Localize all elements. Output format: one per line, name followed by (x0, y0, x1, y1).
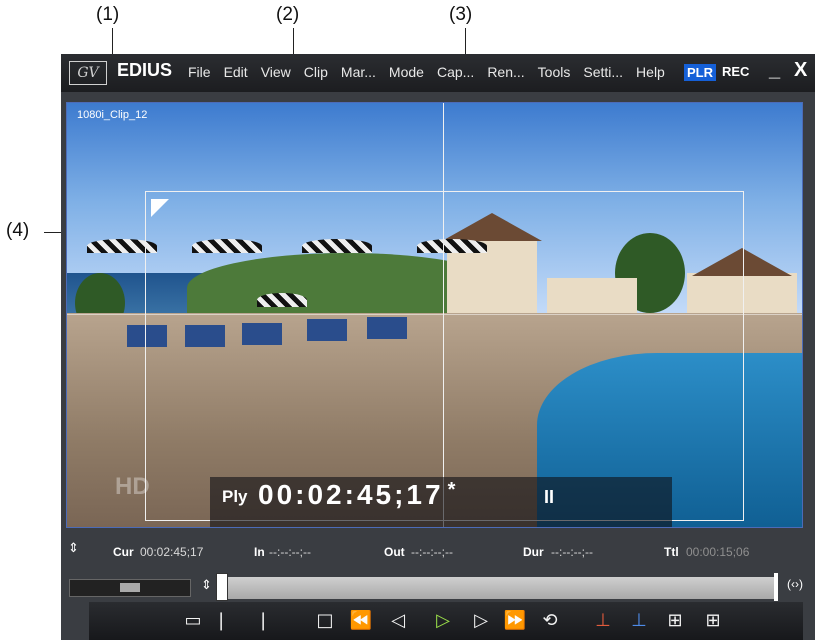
transport-controls: ▭ ❘ ❘ □ ⏪ ◁ ▷ ▷ ⏩ ⟲ ⊥ ⊥ ⊞ ⊞ (89, 602, 803, 640)
callout-4: (4) (6, 220, 30, 241)
overwrite-timeline-icon[interactable]: ⊥ (625, 608, 653, 634)
add-bin-icon[interactable]: ⊞ (661, 608, 689, 634)
loop-icon[interactable]: ⟲ (536, 608, 564, 634)
close-button[interactable]: X (794, 59, 807, 82)
stop-icon[interactable]: □ (311, 608, 339, 634)
hd-watermark: HD (115, 473, 150, 500)
loop-toggle-icon[interactable]: (‹›) (787, 577, 803, 591)
step-forward-icon[interactable]: ▷ (467, 608, 495, 634)
gv-logo: GV (69, 61, 107, 85)
menu-file[interactable]: File (188, 64, 211, 80)
minimize-button[interactable]: _ (769, 59, 780, 82)
title-bar: GV EDIUS File Edit View Clip Mar... Mode… (61, 54, 815, 92)
callout-3: (3) (449, 4, 473, 25)
fast-forward-icon[interactable]: ⏩ (501, 608, 529, 634)
mark-in-icon[interactable]: ❘ (207, 608, 235, 634)
scrub-track[interactable] (217, 577, 777, 599)
clip-name-label: 1080i_Clip_12 (77, 109, 148, 121)
timecode-digits: 00:02:45;17 (258, 479, 444, 510)
menu-marker[interactable]: Mar... (341, 64, 376, 80)
position-bar: ⇕ (‹›) (61, 573, 815, 601)
player-video-area: 1080i_Clip_12 HD Ply 00:02:45;17 * II (66, 102, 803, 528)
safe-area-corner-marker (151, 199, 169, 217)
menu-clip[interactable]: Clip (304, 64, 328, 80)
rewind-icon[interactable]: ⏪ (347, 608, 375, 634)
mark-out-icon[interactable]: ❘ (249, 608, 277, 634)
zoom-scroll-thumb[interactable] (120, 583, 140, 592)
menu-capture[interactable]: Cap... (437, 64, 474, 80)
menu-render[interactable]: Ren... (487, 64, 524, 80)
insert-timeline-icon[interactable]: ⊥ (589, 608, 617, 634)
menu-settings[interactable]: Setti... (583, 64, 623, 80)
menu-bar: File Edit View Clip Mar... Mode Cap... R… (188, 64, 665, 80)
ttl-label: Ttl (664, 545, 679, 559)
dur-label: Dur (523, 545, 544, 559)
set-in-icon[interactable]: ▭ (179, 608, 207, 634)
menu-edit[interactable]: Edit (224, 64, 248, 80)
plr-toggle[interactable]: PLR (684, 64, 716, 81)
timecode-value: 00:02:45;17 * (258, 479, 458, 511)
in-value: --:--:--;-- (269, 545, 311, 559)
timecode-flag: * (447, 479, 459, 501)
zoom-scrollbar[interactable] (69, 579, 191, 597)
rec-toggle[interactable]: REC (722, 64, 749, 79)
cur-label: Cur (113, 545, 134, 559)
menu-help[interactable]: Help (636, 64, 665, 80)
app-name: EDIUS (117, 60, 173, 80)
playhead-handle[interactable] (216, 573, 228, 601)
out-value: --:--:--;-- (411, 545, 453, 559)
in-label: In (254, 545, 265, 559)
menu-mode[interactable]: Mode (389, 64, 424, 80)
end-marker (774, 573, 778, 601)
safe-area-guide (145, 191, 744, 521)
ttl-value: 00:00:15;06 (686, 545, 750, 559)
timecode-info-bar: ⇕ Cur 00:02:45;17 In --:--:--;-- Out --:… (61, 540, 815, 566)
in-out-marker-icon[interactable]: ⇕ (201, 577, 212, 593)
edius-window: GV EDIUS File Edit View Clip Mar... Mode… (61, 54, 815, 640)
callout-2: (2) (276, 4, 300, 25)
timecode-overlay: Ply 00:02:45;17 * II (210, 477, 672, 527)
timecode-mode: Ply (222, 487, 248, 506)
cur-value: 00:02:45;17 (140, 545, 204, 559)
dur-value: --:--:--;-- (551, 545, 593, 559)
select-marker-icon[interactable]: ⇕ (68, 540, 79, 556)
pause-indicator: II (544, 487, 555, 507)
callout-1: (1) (96, 4, 120, 25)
add-sequence-icon[interactable]: ⊞ (699, 608, 727, 634)
step-back-icon[interactable]: ◁ (384, 608, 412, 634)
menu-tools[interactable]: Tools (538, 64, 571, 80)
play-icon[interactable]: ▷ (429, 608, 457, 634)
out-label: Out (384, 545, 405, 559)
menu-view[interactable]: View (261, 64, 291, 80)
